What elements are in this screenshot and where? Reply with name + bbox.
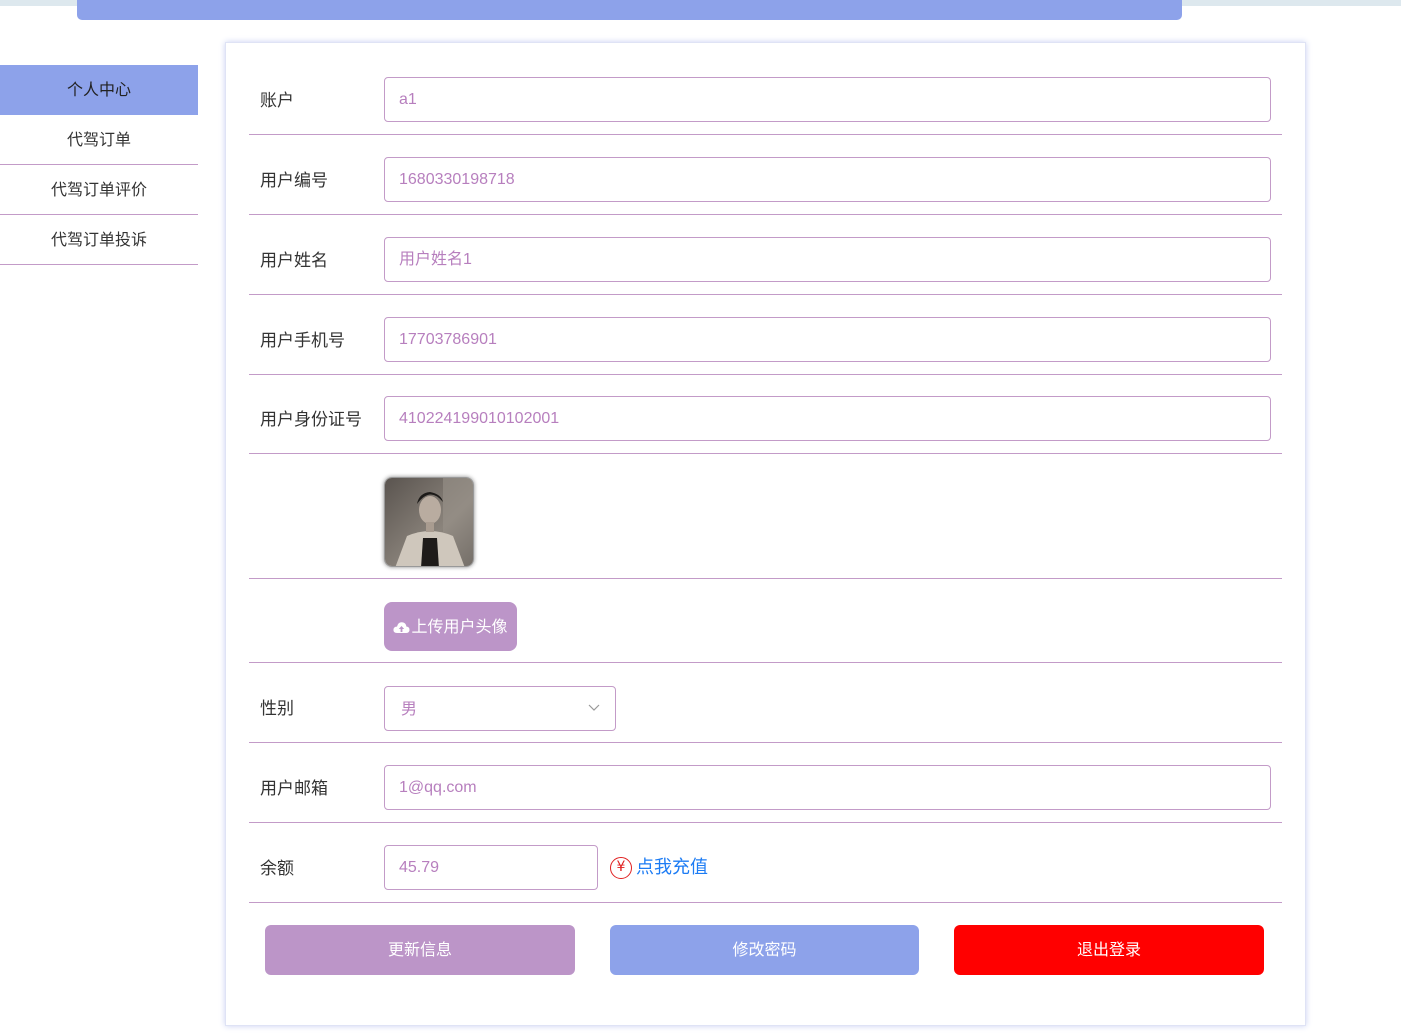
chevron-down-icon bbox=[588, 704, 600, 711]
user-name-label: 用户姓名 bbox=[260, 251, 328, 271]
upload-row: 上传用户头像 bbox=[249, 579, 1282, 663]
gender-value: 男 bbox=[401, 699, 418, 718]
user-phone-row: 用户手机号 17703786901 bbox=[249, 295, 1282, 375]
balance-row: 余额 45.79 ¥ 点我充值 bbox=[249, 823, 1282, 903]
top-banner bbox=[77, 0, 1182, 20]
user-avatar bbox=[384, 477, 474, 567]
recharge-label: 点我充值 bbox=[636, 857, 708, 878]
gender-row: 性别 男 bbox=[249, 663, 1282, 743]
balance-label: 余额 bbox=[260, 859, 294, 879]
sidebar-item-profile[interactable]: 个人中心 bbox=[0, 65, 198, 115]
yen-icon: ¥ bbox=[610, 857, 632, 879]
recharge-link[interactable]: ¥ 点我充值 bbox=[610, 853, 708, 879]
user-phone-label: 用户手机号 bbox=[260, 331, 345, 351]
account-row: 账户 a1 bbox=[249, 65, 1282, 135]
balance-field[interactable]: 45.79 bbox=[384, 845, 598, 890]
user-number-row: 用户编号 1680330198718 bbox=[249, 135, 1282, 215]
change-password-button[interactable]: 修改密码 bbox=[610, 925, 919, 975]
sidebar: 个人中心 代驾订单 代驾订单评价 代驾订单投诉 bbox=[0, 65, 198, 265]
cloud-upload-icon bbox=[393, 622, 411, 633]
user-idcard-field[interactable]: 410224199010102001 bbox=[384, 396, 1271, 441]
user-number-label: 用户编号 bbox=[260, 171, 328, 191]
gender-label: 性别 bbox=[260, 699, 294, 719]
upload-avatar-label: 上传用户头像 bbox=[411, 617, 508, 636]
user-name-field[interactable]: 用户姓名1 bbox=[384, 237, 1271, 282]
user-idcard-row: 用户身份证号 410224199010102001 bbox=[249, 375, 1282, 454]
upload-avatar-button[interactable]: 上传用户头像 bbox=[384, 602, 517, 651]
sidebar-item-order-complaints[interactable]: 代驾订单投诉 bbox=[0, 215, 198, 265]
gender-select[interactable]: 男 bbox=[384, 686, 616, 731]
user-idcard-label: 用户身份证号 bbox=[260, 410, 362, 430]
sidebar-item-order-reviews[interactable]: 代驾订单评价 bbox=[0, 165, 198, 215]
email-field[interactable]: 1@qq.com bbox=[384, 765, 1271, 810]
email-row: 用户邮箱 1@qq.com bbox=[249, 743, 1282, 823]
email-label: 用户邮箱 bbox=[260, 779, 328, 799]
account-label: 账户 bbox=[260, 91, 294, 111]
logout-button[interactable]: 退出登录 bbox=[954, 925, 1264, 975]
update-info-button[interactable]: 更新信息 bbox=[265, 925, 575, 975]
user-phone-field[interactable]: 17703786901 bbox=[384, 317, 1271, 362]
sidebar-item-orders[interactable]: 代驾订单 bbox=[0, 115, 198, 165]
user-name-row: 用户姓名 用户姓名1 bbox=[249, 215, 1282, 295]
account-field[interactable]: a1 bbox=[384, 77, 1271, 122]
user-number-field[interactable]: 1680330198718 bbox=[384, 157, 1271, 202]
profile-panel: 账户 a1 用户编号 1680330198718 用户姓名 用户姓名1 用户手机… bbox=[225, 42, 1306, 1026]
avatar-row bbox=[249, 454, 1282, 579]
